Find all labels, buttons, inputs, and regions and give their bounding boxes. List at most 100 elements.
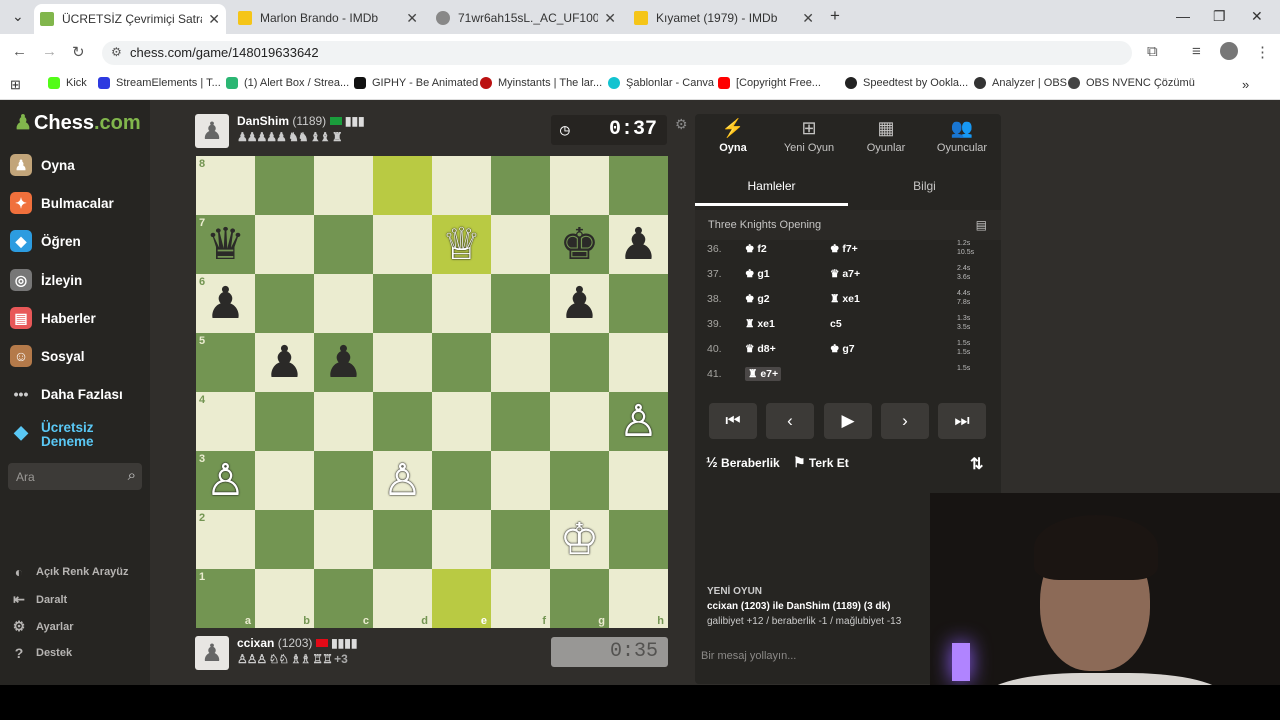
close-window-icon[interactable]: ✕ <box>1251 8 1263 25</box>
square-b1[interactable]: b <box>255 569 314 628</box>
square-e3[interactable] <box>432 451 491 510</box>
minimize-icon[interactable]: — <box>1176 8 1190 24</box>
chess-piece[interactable]: ♟ <box>265 333 304 392</box>
apps-icon[interactable]: ⊞ <box>10 77 21 93</box>
sidebar-item-more[interactable]: ••• Daha Fazlası <box>10 383 123 405</box>
square-h4[interactable]: ♙ <box>609 392 668 451</box>
white-move[interactable]: ♜ xe1 <box>745 318 775 330</box>
square-g5[interactable] <box>550 333 609 392</box>
previous-move-button[interactable]: ‹ <box>766 403 814 439</box>
media-icon[interactable]: ≡ <box>1192 43 1201 60</box>
close-tab-icon[interactable]: ✕ <box>802 10 814 27</box>
bookmark-streamelements[interactable]: StreamElements | T... <box>98 77 221 89</box>
square-h5[interactable] <box>609 333 668 392</box>
tab-imdb-brando[interactable]: Marlon Brando - IMDb ✕ <box>232 6 424 30</box>
square-h2[interactable] <box>609 510 668 569</box>
close-tab-icon[interactable]: ✕ <box>604 10 616 27</box>
square-g2[interactable]: ♔ <box>550 510 609 569</box>
white-move[interactable]: ♚ g2 <box>745 293 770 305</box>
square-a1[interactable]: 1a <box>196 569 255 628</box>
chess-piece[interactable]: ♟ <box>560 274 599 333</box>
chat-input[interactable]: Bir mesaj yollayın... <box>701 650 796 662</box>
square-a5[interactable]: 5 <box>196 333 255 392</box>
next-move-button[interactable]: › <box>881 403 929 439</box>
sidebar-search-input[interactable]: Ara ⌕ <box>8 463 142 490</box>
bookmark-canva[interactable]: Şablonlar - Canva <box>608 77 714 89</box>
sidebar-item-puzzles[interactable]: ✦ Bulmacalar <box>10 192 114 214</box>
first-move-button[interactable]: ⏮ <box>709 403 757 439</box>
square-d4[interactable] <box>373 392 432 451</box>
sidebar-item-social[interactable]: ☺ Sosyal <box>10 345 85 367</box>
collapse-button[interactable]: ⇤ Daralt <box>10 591 67 608</box>
square-c7[interactable] <box>314 215 373 274</box>
white-move[interactable]: ♚ f2 <box>745 243 767 255</box>
chess-piece[interactable]: ♛ <box>206 215 245 274</box>
back-icon[interactable]: ← <box>12 43 27 60</box>
square-d5[interactable] <box>373 333 432 392</box>
url-input[interactable]: ⚙ chess.com/game/148019633642 <box>102 41 1132 65</box>
square-a4[interactable]: 4 <box>196 392 255 451</box>
white-move[interactable]: ♚ g1 <box>745 268 770 280</box>
square-b7[interactable] <box>255 215 314 274</box>
square-g6[interactable]: ♟ <box>550 274 609 333</box>
square-d6[interactable] <box>373 274 432 333</box>
sidebar-item-play[interactable]: ♟ Oyna <box>10 154 75 176</box>
bookmark-analyzer[interactable]: Analyzer | OBS <box>974 77 1067 89</box>
search-icon[interactable]: ⌕ <box>128 467 136 484</box>
restore-icon[interactable]: ❐ <box>1213 8 1226 25</box>
resign-button[interactable]: ⚑ Terk Et <box>793 454 849 471</box>
square-h8[interactable] <box>609 156 668 215</box>
site-info-icon[interactable]: ⚙ <box>111 45 122 59</box>
square-h1[interactable]: h <box>609 569 668 628</box>
square-g1[interactable]: g <box>550 569 609 628</box>
settings-button[interactable]: ⚙ Ayarlar <box>10 618 74 635</box>
extensions-icon[interactable]: ⧉ <box>1147 43 1158 60</box>
square-h7[interactable]: ♟ <box>609 215 668 274</box>
player-name[interactable]: DanShim <box>237 114 289 128</box>
square-b2[interactable] <box>255 510 314 569</box>
square-g3[interactable] <box>550 451 609 510</box>
square-b6[interactable] <box>255 274 314 333</box>
square-h3[interactable] <box>609 451 668 510</box>
support-button[interactable]: ? Destek <box>10 645 72 661</box>
draw-button[interactable]: ½ Beraberlik <box>706 454 780 470</box>
tab-moves[interactable]: Hamleler <box>695 172 848 206</box>
sidebar-item-learn[interactable]: ◆ Öğren <box>10 230 81 252</box>
tab-new-game[interactable]: ⊞ Yeni Oyun <box>771 118 847 154</box>
board-settings-icon[interactable]: ⚙ <box>675 116 688 133</box>
square-a8[interactable]: 8 <box>196 156 255 215</box>
tab-list-icon[interactable]: ⌄ <box>12 8 24 25</box>
last-move-button[interactable]: ⏭ <box>938 403 986 439</box>
square-a3[interactable]: 3 ♙ <box>196 451 255 510</box>
bookmark-kick[interactable]: Kick <box>48 77 87 89</box>
square-f1[interactable]: f <box>491 569 550 628</box>
square-c5[interactable]: ♟ <box>314 333 373 392</box>
bookmark-obs-nvenc[interactable]: OBS NVENC Çözümü <box>1068 77 1195 89</box>
chess-piece[interactable]: ♙ <box>206 451 245 510</box>
square-g8[interactable] <box>550 156 609 215</box>
square-f8[interactable] <box>491 156 550 215</box>
square-f2[interactable] <box>491 510 550 569</box>
square-a6[interactable]: 6 ♟ <box>196 274 255 333</box>
black-move[interactable]: ♚ g7 <box>830 343 855 355</box>
square-c8[interactable] <box>314 156 373 215</box>
square-f4[interactable] <box>491 392 550 451</box>
square-e6[interactable] <box>432 274 491 333</box>
play-button[interactable]: ▶ <box>824 403 872 439</box>
square-e7[interactable]: ♕ <box>432 215 491 274</box>
tab-play[interactable]: ⚡ Oyna <box>695 118 771 154</box>
square-f3[interactable] <box>491 451 550 510</box>
tab-info[interactable]: Bilgi <box>848 172 1001 206</box>
square-c4[interactable] <box>314 392 373 451</box>
chess-piece[interactable]: ♕ <box>442 215 481 274</box>
menu-icon[interactable]: ⋮ <box>1255 43 1270 61</box>
square-c3[interactable] <box>314 451 373 510</box>
square-b5[interactable]: ♟ <box>255 333 314 392</box>
chess-piece[interactable]: ♚ <box>560 215 599 274</box>
square-b3[interactable] <box>255 451 314 510</box>
close-tab-icon[interactable]: ✕ <box>208 11 220 28</box>
black-move[interactable]: ♜ xe1 <box>830 293 860 305</box>
bookmark-youtube[interactable]: [Copyright Free... <box>718 77 821 89</box>
square-g7[interactable]: ♚ <box>550 215 609 274</box>
square-b4[interactable] <box>255 392 314 451</box>
